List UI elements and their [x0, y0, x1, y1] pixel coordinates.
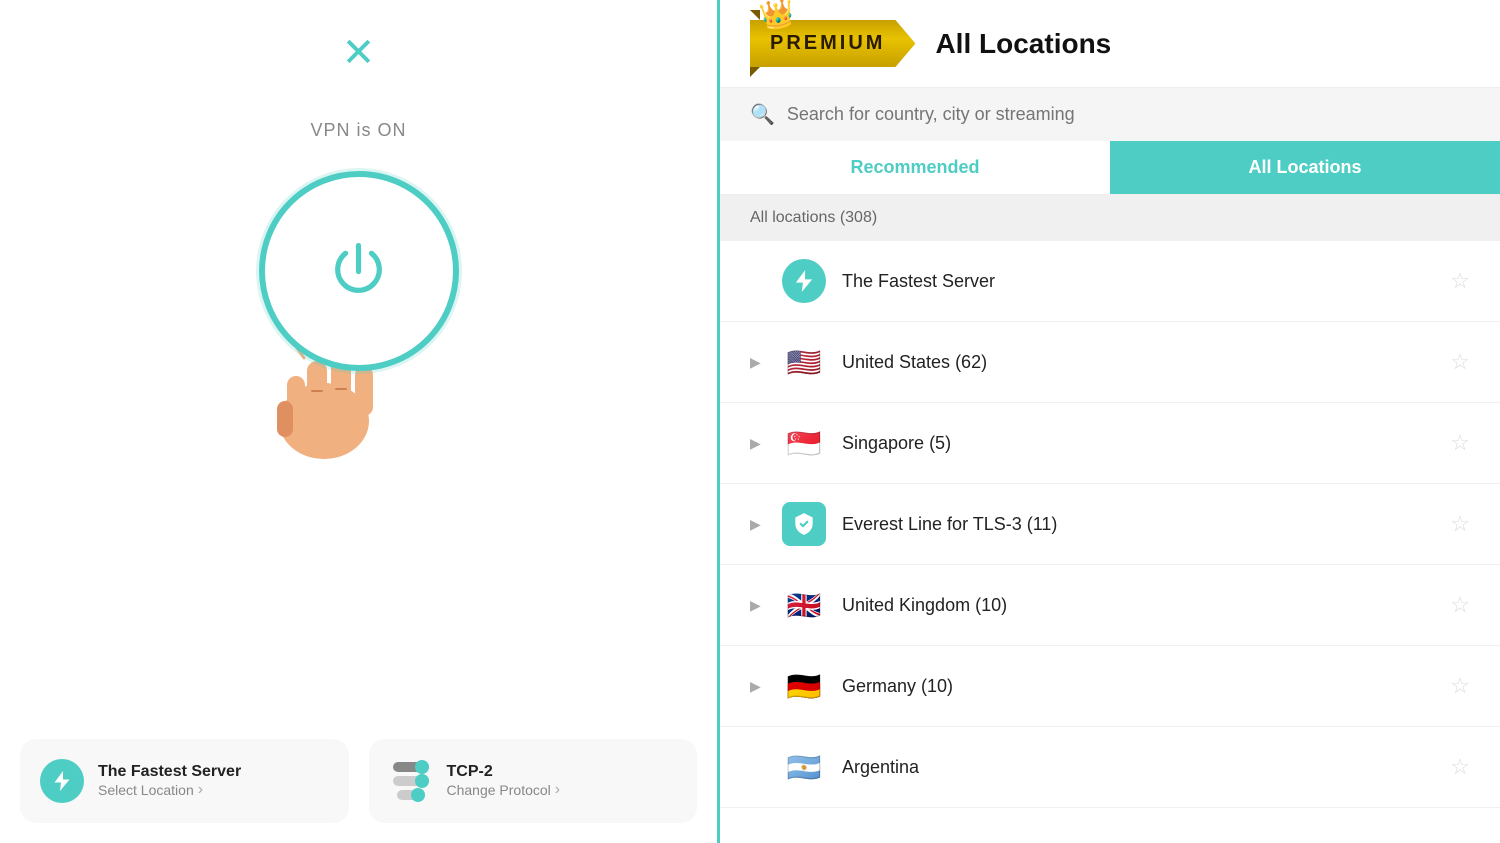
list-item[interactable]: 🇦🇷 Argentina ☆: [720, 727, 1500, 808]
toggle-icon-bottom2: [397, 790, 425, 800]
shield-icon: [791, 511, 817, 537]
list-item[interactable]: ▶ 🇺🇸 United States (62) ☆: [720, 322, 1500, 403]
flag-icon: 🇦🇷: [782, 745, 826, 789]
star-icon[interactable]: ☆: [1450, 511, 1470, 537]
everest-icon: [782, 502, 826, 546]
power-icon: [326, 239, 391, 304]
toggle-icon-top: [393, 762, 429, 772]
list-item[interactable]: ▶ 🇸🇬 Singapore (5) ☆: [720, 403, 1500, 484]
left-panel: ✕ VPN is ON: [0, 0, 720, 843]
toggle-icon-bottom: [393, 776, 429, 786]
all-locations-title: All Locations: [935, 28, 1111, 60]
crown-icon: 👑: [757, 0, 797, 34]
protocol-card-icon: [389, 759, 433, 803]
power-button[interactable]: [259, 171, 459, 371]
location-name: Singapore (5): [842, 433, 1434, 454]
flag-icon: 🇺🇸: [782, 340, 826, 384]
right-header: PREMIUM 👑 All Locations: [720, 0, 1500, 88]
expand-arrow: ▶: [750, 354, 766, 371]
location-list-header: All locations (308): [720, 195, 1500, 241]
flag-icon: 🇩🇪: [782, 664, 826, 708]
expand-arrow: ▶: [750, 597, 766, 614]
close-button[interactable]: ✕: [342, 30, 376, 76]
star-icon[interactable]: ☆: [1450, 673, 1470, 699]
location-name: United States (62): [842, 352, 1434, 373]
protocol-card-text: TCP-2 Change Protocol ›: [447, 763, 561, 799]
location-list: The Fastest Server ☆ ▶ 🇺🇸 United States …: [720, 241, 1500, 843]
search-bar: 🔍: [720, 88, 1500, 141]
flag-icon: 🇬🇧: [782, 583, 826, 627]
location-name: United Kingdom (10): [842, 595, 1434, 616]
server-card-text: The Fastest Server Select Location ›: [98, 763, 241, 799]
expand-arrow: ▶: [750, 678, 766, 695]
search-input[interactable]: [787, 104, 1470, 125]
premium-badge-container: PREMIUM 👑: [750, 20, 915, 67]
location-name: Everest Line for TLS-3 (11): [842, 514, 1434, 535]
star-icon[interactable]: ☆: [1450, 430, 1470, 456]
location-name: Germany (10): [842, 676, 1434, 697]
tab-recommended[interactable]: Recommended: [720, 141, 1110, 194]
star-icon[interactable]: ☆: [1450, 349, 1470, 375]
bolt-icon: [791, 268, 817, 294]
protocol-card-title: TCP-2: [447, 763, 561, 781]
list-item[interactable]: ▶ Everest Line for TLS-3 (11) ☆: [720, 484, 1500, 565]
star-icon[interactable]: ☆: [1450, 754, 1470, 780]
server-card-subtitle: Select Location ›: [98, 781, 241, 799]
location-name: The Fastest Server: [842, 271, 1434, 292]
location-tabs: Recommended All Locations: [720, 141, 1500, 195]
bottom-cards: The Fastest Server Select Location › TCP…: [0, 719, 717, 843]
star-icon[interactable]: ☆: [1450, 268, 1470, 294]
list-item[interactable]: ▶ 🇬🇧 United Kingdom (10) ☆: [720, 565, 1500, 646]
tab-all-locations[interactable]: All Locations: [1110, 141, 1500, 194]
protocol-card-subtitle: Change Protocol ›: [447, 781, 561, 799]
premium-label: PREMIUM: [770, 32, 885, 54]
expand-arrow: ▶: [750, 435, 766, 452]
star-icon[interactable]: ☆: [1450, 592, 1470, 618]
list-item[interactable]: ▶ 🇩🇪 Germany (10) ☆: [720, 646, 1500, 727]
flag-icon: 🇸🇬: [782, 421, 826, 465]
server-card-title: The Fastest Server: [98, 763, 241, 781]
search-icon: 🔍: [750, 102, 775, 127]
server-card[interactable]: The Fastest Server Select Location ›: [20, 739, 349, 823]
fastest-server-card-icon: [40, 759, 84, 803]
fastest-server-icon: [782, 259, 826, 303]
vpn-status-label: VPN is ON: [310, 120, 406, 141]
expand-arrow: ▶: [750, 516, 766, 533]
protocol-card[interactable]: TCP-2 Change Protocol ›: [369, 739, 698, 823]
right-panel: PREMIUM 👑 All Locations 🔍 Recommended Al…: [720, 0, 1500, 843]
location-name: Argentina: [842, 757, 1434, 778]
list-item[interactable]: The Fastest Server ☆: [720, 241, 1500, 322]
power-button-container: [249, 171, 469, 451]
ribbon-fold-bottom: [750, 67, 760, 77]
bolt-icon: [50, 769, 74, 793]
